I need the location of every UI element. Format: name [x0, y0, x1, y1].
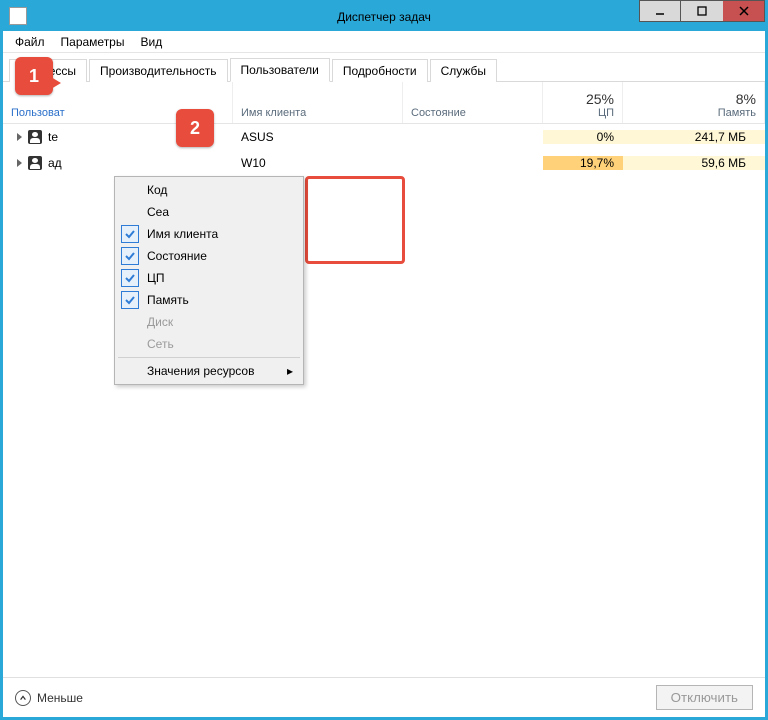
check-icon	[121, 247, 139, 265]
column-headers: Пользоват Имя клиента Состояние 25% ЦП 8…	[3, 82, 765, 124]
maximize-button[interactable]	[681, 0, 723, 22]
cpu-cell: 0%	[543, 130, 623, 144]
user-icon	[28, 130, 42, 144]
annotation-callout-2: 2	[176, 109, 214, 147]
table-row[interactable]: te ASUS 0% 241,7 МБ	[3, 124, 765, 150]
ctx-item-code[interactable]: Код	[117, 179, 301, 201]
table-row[interactable]: ад W10 19,7% 59,6 МБ	[3, 150, 765, 176]
menu-view[interactable]: Вид	[132, 33, 170, 51]
tab-bar: Процессы Производительность Пользователи…	[3, 53, 765, 82]
col-status[interactable]: Состояние	[403, 82, 543, 123]
footer: Меньше Отключить	[3, 677, 765, 717]
col-client-name[interactable]: Имя клиента	[233, 82, 403, 123]
tab-details[interactable]: Подробности	[332, 59, 428, 82]
chevron-up-icon	[15, 690, 31, 706]
ctx-item-cpu[interactable]: ЦП	[117, 267, 301, 289]
ctx-item-network: Сеть	[117, 333, 301, 355]
window-controls	[639, 0, 765, 22]
submenu-arrow-icon: ▸	[287, 364, 293, 378]
col-cpu[interactable]: 25% ЦП	[543, 82, 623, 123]
check-icon	[121, 291, 139, 309]
tab-users[interactable]: Пользователи	[230, 58, 330, 82]
ctx-separator	[118, 357, 300, 358]
disconnect-button[interactable]: Отключить	[656, 685, 753, 710]
user-name: te	[48, 130, 58, 144]
col-memory[interactable]: 8% Память	[623, 82, 765, 123]
user-cell: ад	[3, 156, 233, 170]
minimize-button[interactable]	[639, 0, 681, 22]
check-icon	[121, 269, 139, 287]
annotation-highlight-box	[305, 176, 405, 264]
client-cell: ASUS	[233, 130, 403, 144]
tab-services[interactable]: Службы	[430, 59, 497, 82]
ctx-item-resource-values[interactable]: Значения ресурсов▸	[117, 360, 301, 382]
ctx-item-session[interactable]: Сеа	[117, 201, 301, 223]
task-manager-window: Диспетчер задач Файл Параметры Вид Проце…	[0, 0, 768, 720]
expand-icon[interactable]	[17, 133, 22, 141]
user-icon	[28, 156, 42, 170]
menu-options[interactable]: Параметры	[53, 33, 133, 51]
mem-cell: 241,7 МБ	[623, 130, 765, 144]
expand-icon[interactable]	[17, 159, 22, 167]
ctx-item-client-name[interactable]: Имя клиента	[117, 223, 301, 245]
ctx-item-memory[interactable]: Память	[117, 289, 301, 311]
menubar: Файл Параметры Вид	[3, 31, 765, 53]
titlebar[interactable]: Диспетчер задач	[3, 3, 765, 31]
ctx-item-status[interactable]: Состояние	[117, 245, 301, 267]
tab-performance[interactable]: Производительность	[89, 59, 227, 82]
menu-file[interactable]: Файл	[7, 33, 53, 51]
user-name: ад	[48, 156, 62, 170]
close-button[interactable]	[723, 0, 765, 22]
fewer-details-button[interactable]: Меньше	[15, 690, 83, 706]
annotation-callout-1: 1	[15, 57, 53, 95]
column-context-menu: Код Сеа Имя клиента Состояние ЦП Память …	[114, 176, 304, 385]
cpu-cell: 19,7%	[543, 156, 623, 170]
ctx-item-disk: Диск	[117, 311, 301, 333]
content-area: Пользоват Имя клиента Состояние 25% ЦП 8…	[3, 82, 765, 677]
client-cell: W10	[233, 156, 403, 170]
mem-cell: 59,6 МБ	[623, 156, 765, 170]
app-icon	[9, 7, 27, 25]
check-icon	[121, 225, 139, 243]
window-title: Диспетчер задач	[337, 10, 431, 24]
